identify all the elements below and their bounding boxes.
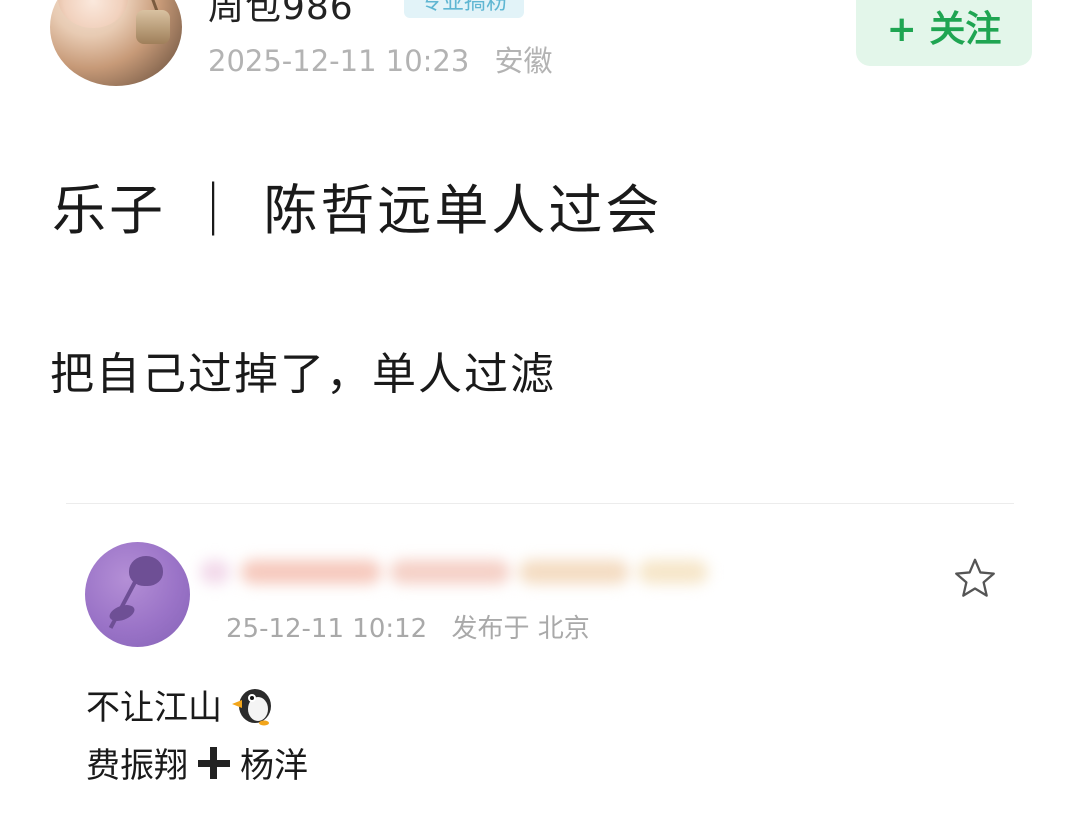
comment-location: 发布于 北京 <box>451 614 590 644</box>
plus-icon <box>196 745 232 781</box>
avatar-cup <box>136 10 170 44</box>
comment-text-2b: 杨洋 <box>240 746 308 786</box>
comment-meta: 25-12-11 10:12 发布于 北京 <box>226 608 590 645</box>
comment-text-2a: 费振翔 <box>86 746 188 786</box>
divider <box>66 503 1014 504</box>
post-body: 把自己过掉了，单人过滤 <box>50 349 556 400</box>
blur-block <box>200 560 230 584</box>
follow-button[interactable]: + 关注 <box>856 0 1032 66</box>
author-username[interactable]: 周包986 <box>208 0 354 30</box>
comment-text-1: 不让江山 <box>86 688 222 728</box>
star-icon[interactable] <box>952 555 998 601</box>
blur-block <box>638 560 709 584</box>
post-location: 安徽 <box>494 44 553 78</box>
post-date: 2025-12-11 10:23 <box>208 44 470 78</box>
comment-line-1: 不让江山 <box>86 680 274 729</box>
blur-block <box>390 560 511 584</box>
author-avatar[interactable] <box>50 0 182 86</box>
penguin-icon <box>232 688 271 725</box>
comment-date: 25-12-11 10:12 <box>226 614 428 644</box>
commenter-name-blurred[interactable] <box>200 550 740 594</box>
commenter-avatar[interactable] <box>85 542 190 647</box>
post-meta: 2025-12-11 10:23 安徽 <box>208 38 553 80</box>
blur-block <box>241 560 382 584</box>
comment-line-2: 费振翔 杨洋 <box>86 738 308 787</box>
avatar-face <box>58 0 128 28</box>
post-title: 乐子 ｜ 陈哲远单人过会 <box>52 179 663 242</box>
blur-block <box>519 560 630 584</box>
author-badge: 专业搞粉 <box>404 0 525 18</box>
